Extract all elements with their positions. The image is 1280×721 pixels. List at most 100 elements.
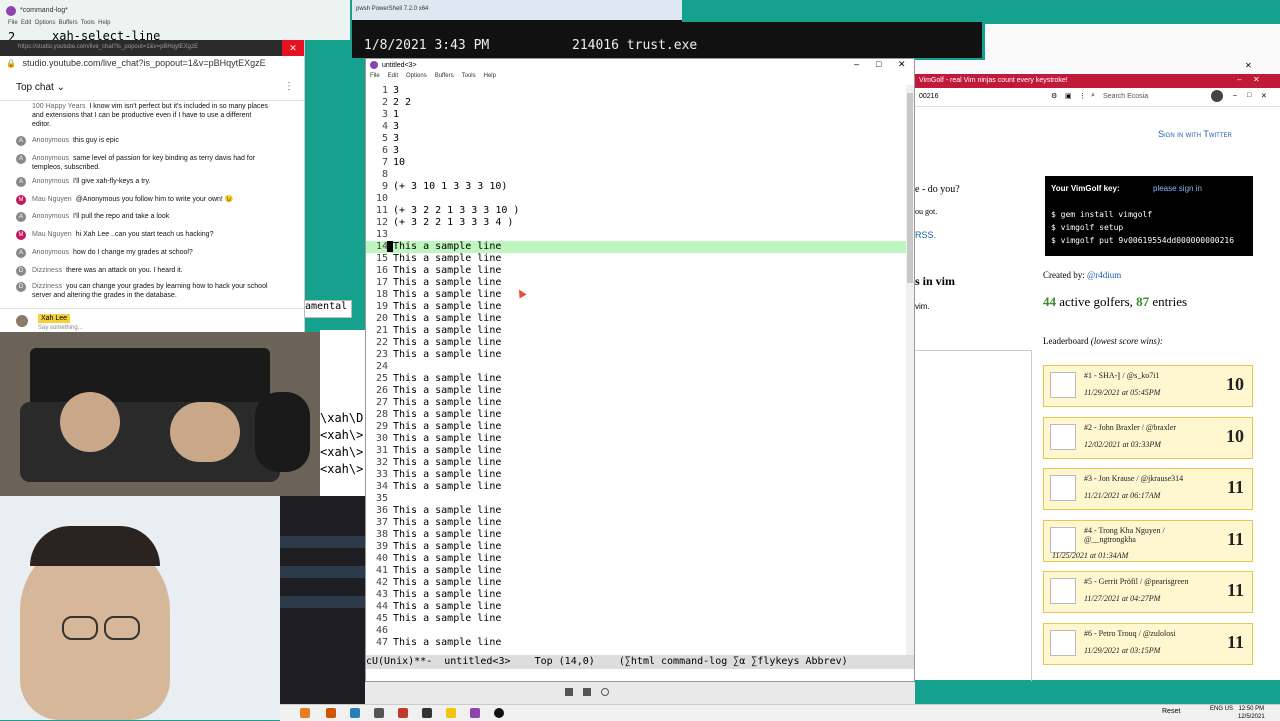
buffer-line[interactable]: 17 This a sample line bbox=[366, 277, 906, 289]
buffer-line[interactable]: 31 This a sample line bbox=[366, 445, 906, 457]
extension-icon[interactable]: ⚙ bbox=[1051, 92, 1057, 100]
buffer-line[interactable]: 53 bbox=[366, 133, 906, 145]
buffer-line[interactable]: 37 This a sample line bbox=[366, 517, 906, 529]
app-icon[interactable] bbox=[398, 708, 408, 718]
buffer-line[interactable]: 22 This a sample line bbox=[366, 337, 906, 349]
buffer-line[interactable]: 2 2 2 bbox=[366, 97, 906, 109]
scrollbar[interactable] bbox=[906, 85, 914, 655]
browser-tab[interactable]: VimGolf - real Vim ninjas count every ke… bbox=[915, 74, 1280, 88]
leaderboard-name[interactable]: #4 - Trong Kha Nguyen / @__ngtrongkha bbox=[1084, 526, 1214, 544]
buffer-line[interactable]: 27 This a sample line bbox=[366, 397, 906, 409]
rss-link[interactable]: RSS. bbox=[915, 230, 936, 240]
player-icon[interactable] bbox=[583, 688, 591, 696]
menu-item-help[interactable]: Help bbox=[484, 73, 496, 79]
buffer-line[interactable]: 14 This a sample line bbox=[366, 241, 906, 253]
buffer-line[interactable]: 46 bbox=[366, 625, 906, 637]
buffer-line[interactable]: 42 This a sample line bbox=[366, 577, 906, 589]
buffer-line[interactable]: 18 This a sample line bbox=[366, 289, 906, 301]
folder-icon[interactable] bbox=[446, 708, 456, 718]
buffer-line[interactable]: 29 This a sample line bbox=[366, 421, 906, 433]
leaderboard-entry[interactable]: #4 - Trong Kha Nguyen / @__ngtrongkha 11/… bbox=[1043, 519, 1253, 562]
leaderboard-entry[interactable]: #2 - John Braxler / @braxler 12/02/2021 a… bbox=[1043, 416, 1253, 459]
buffer-line[interactable]: 43 This a sample line bbox=[366, 589, 906, 601]
buffer-line[interactable]: 11 (+ 3 2 2 1 3 3 3 10 ) bbox=[366, 205, 906, 217]
buffer-line[interactable]: 31 bbox=[366, 109, 906, 121]
buffer-line[interactable]: 8 bbox=[366, 169, 906, 181]
buffer-line[interactable]: 47 This a sample line bbox=[366, 637, 906, 649]
maximize-icon[interactable]: □ bbox=[1247, 92, 1251, 99]
browser-icon[interactable] bbox=[326, 708, 336, 718]
buffer-line[interactable]: 24 bbox=[366, 361, 906, 373]
buffer-line[interactable]: 25 This a sample line bbox=[366, 373, 906, 385]
obs-icon[interactable] bbox=[494, 708, 504, 718]
cmdlog-menu[interactable]: File Edit Options Buffers Tools Help bbox=[8, 20, 111, 26]
player-icon[interactable] bbox=[565, 688, 573, 696]
minimize-icon[interactable]: – bbox=[854, 59, 859, 69]
buffer-line[interactable]: 43 bbox=[366, 121, 906, 133]
buffer-line[interactable]: 34 This a sample line bbox=[366, 481, 906, 493]
leaderboard-name[interactable]: #2 - John Braxler / @braxler bbox=[1084, 423, 1214, 432]
buffer-line[interactable]: 13 bbox=[366, 229, 906, 241]
buffer-line[interactable]: 7 10 bbox=[366, 157, 906, 169]
buffer-line[interactable]: 28 This a sample line bbox=[366, 409, 906, 421]
close-icon[interactable]: ✕ bbox=[898, 59, 906, 70]
menu-icon[interactable]: ⋮ bbox=[1079, 92, 1086, 100]
emacs-icon[interactable] bbox=[470, 708, 480, 718]
player-icon[interactable] bbox=[601, 688, 609, 696]
buffer-line[interactable]: 13 bbox=[366, 85, 906, 97]
avatar[interactable] bbox=[1211, 90, 1223, 102]
chat-url-text[interactable]: studio.youtube.com/live_chat?is_popout=1… bbox=[22, 58, 265, 68]
leaderboard-name[interactable]: #5 - Gerrit Pröfil / @pearisgreen bbox=[1084, 577, 1214, 586]
buffer-line[interactable]: 41 This a sample line bbox=[366, 565, 906, 577]
maximize-icon[interactable]: □ bbox=[876, 59, 881, 69]
buffer-line[interactable]: 16 This a sample line bbox=[366, 265, 906, 277]
minimize-icon[interactable]: – bbox=[1237, 75, 1241, 84]
menu-item-edit[interactable]: Edit bbox=[388, 73, 398, 79]
buffer-line[interactable]: 44 This a sample line bbox=[366, 601, 906, 613]
sign-in-link[interactable]: Sign in with Twitter bbox=[1158, 129, 1232, 139]
leaderboard-entry[interactable]: #5 - Gerrit Pröfil / @pearisgreen 11/27/2… bbox=[1043, 571, 1253, 613]
chat-input-field[interactable]: Say something... bbox=[38, 325, 83, 331]
top-chat-dropdown[interactable]: Top chat ⌄ bbox=[16, 82, 65, 93]
buffer-line[interactable]: 35 bbox=[366, 493, 906, 505]
minimize-icon[interactable]: – bbox=[1233, 92, 1237, 99]
leaderboard-entry[interactable]: #6 - Petro Trouq / @zulolosi 11/29/2021 a… bbox=[1043, 622, 1253, 665]
leaderboard-name[interactable]: #3 - Jon Krause / @jkrause314 bbox=[1084, 474, 1214, 483]
buffer-line[interactable]: 45 This a sample line bbox=[366, 613, 906, 625]
close-icon[interactable]: ✕ bbox=[1253, 75, 1260, 84]
buffer-line[interactable]: 39 This a sample line bbox=[366, 541, 906, 553]
reset-label[interactable]: Reset bbox=[1162, 708, 1180, 715]
more-options-icon[interactable]: ⋮ bbox=[284, 81, 294, 92]
buffer-line[interactable]: 33 This a sample line bbox=[366, 469, 906, 481]
buffer-line[interactable]: 23 This a sample line bbox=[366, 349, 906, 361]
app-icon[interactable] bbox=[422, 708, 432, 718]
created-by-link[interactable]: @r4dium bbox=[1087, 270, 1121, 280]
emacs-minibuffer[interactable] bbox=[366, 669, 914, 681]
buffer-line[interactable]: 26 This a sample line bbox=[366, 385, 906, 397]
bookmark-icon[interactable]: ▣ bbox=[1065, 92, 1072, 100]
key-value[interactable]: please sign in bbox=[1153, 184, 1202, 193]
buffer-line[interactable]: 40 This a sample line bbox=[366, 553, 906, 565]
buffer-line[interactable]: 10 bbox=[366, 193, 906, 205]
lang-indicator[interactable]: ENG US bbox=[1210, 705, 1233, 713]
clock[interactable]: 12:50 PM 12/5/2021 bbox=[1238, 705, 1265, 721]
firefox-icon[interactable] bbox=[300, 708, 310, 718]
buffer-line[interactable]: 21 This a sample line bbox=[366, 325, 906, 337]
buffer-line[interactable]: 32 This a sample line bbox=[366, 457, 906, 469]
app-icon[interactable] bbox=[350, 708, 360, 718]
buffer-line[interactable]: 19 This a sample line bbox=[366, 301, 906, 313]
buffer-line[interactable]: 63 bbox=[366, 145, 906, 157]
scrollbar-thumb[interactable] bbox=[907, 93, 913, 283]
settings-icon[interactable] bbox=[374, 708, 384, 718]
buffer-line[interactable]: 38 This a sample line bbox=[366, 529, 906, 541]
leaderboard-name[interactable]: #6 - Petro Trouq / @zulolosi bbox=[1084, 629, 1214, 638]
menu-item-tools[interactable]: Tools bbox=[462, 73, 476, 79]
menu-item-file[interactable]: File bbox=[370, 73, 380, 79]
buffer-line[interactable]: 9 (+ 3 10 1 3 3 3 10) bbox=[366, 181, 906, 193]
close-icon[interactable]: ✕ bbox=[282, 40, 304, 56]
leaderboard-entry[interactable]: #3 - Jon Krause / @jkrause314 11/21/2021 … bbox=[1043, 468, 1253, 510]
leaderboard-name[interactable]: #1 - SHA-|| / @s_ko7i1 bbox=[1084, 371, 1214, 380]
close-icon[interactable]: ✕ bbox=[1261, 92, 1267, 100]
buffer-line[interactable]: 30 This a sample line bbox=[366, 433, 906, 445]
emacs-buffer[interactable]: 1322 2 3 1 4 3 5 3 6 3 7 10 8 9 (+ 3 10 1 3 3 3 10) 10… bbox=[366, 85, 906, 655]
